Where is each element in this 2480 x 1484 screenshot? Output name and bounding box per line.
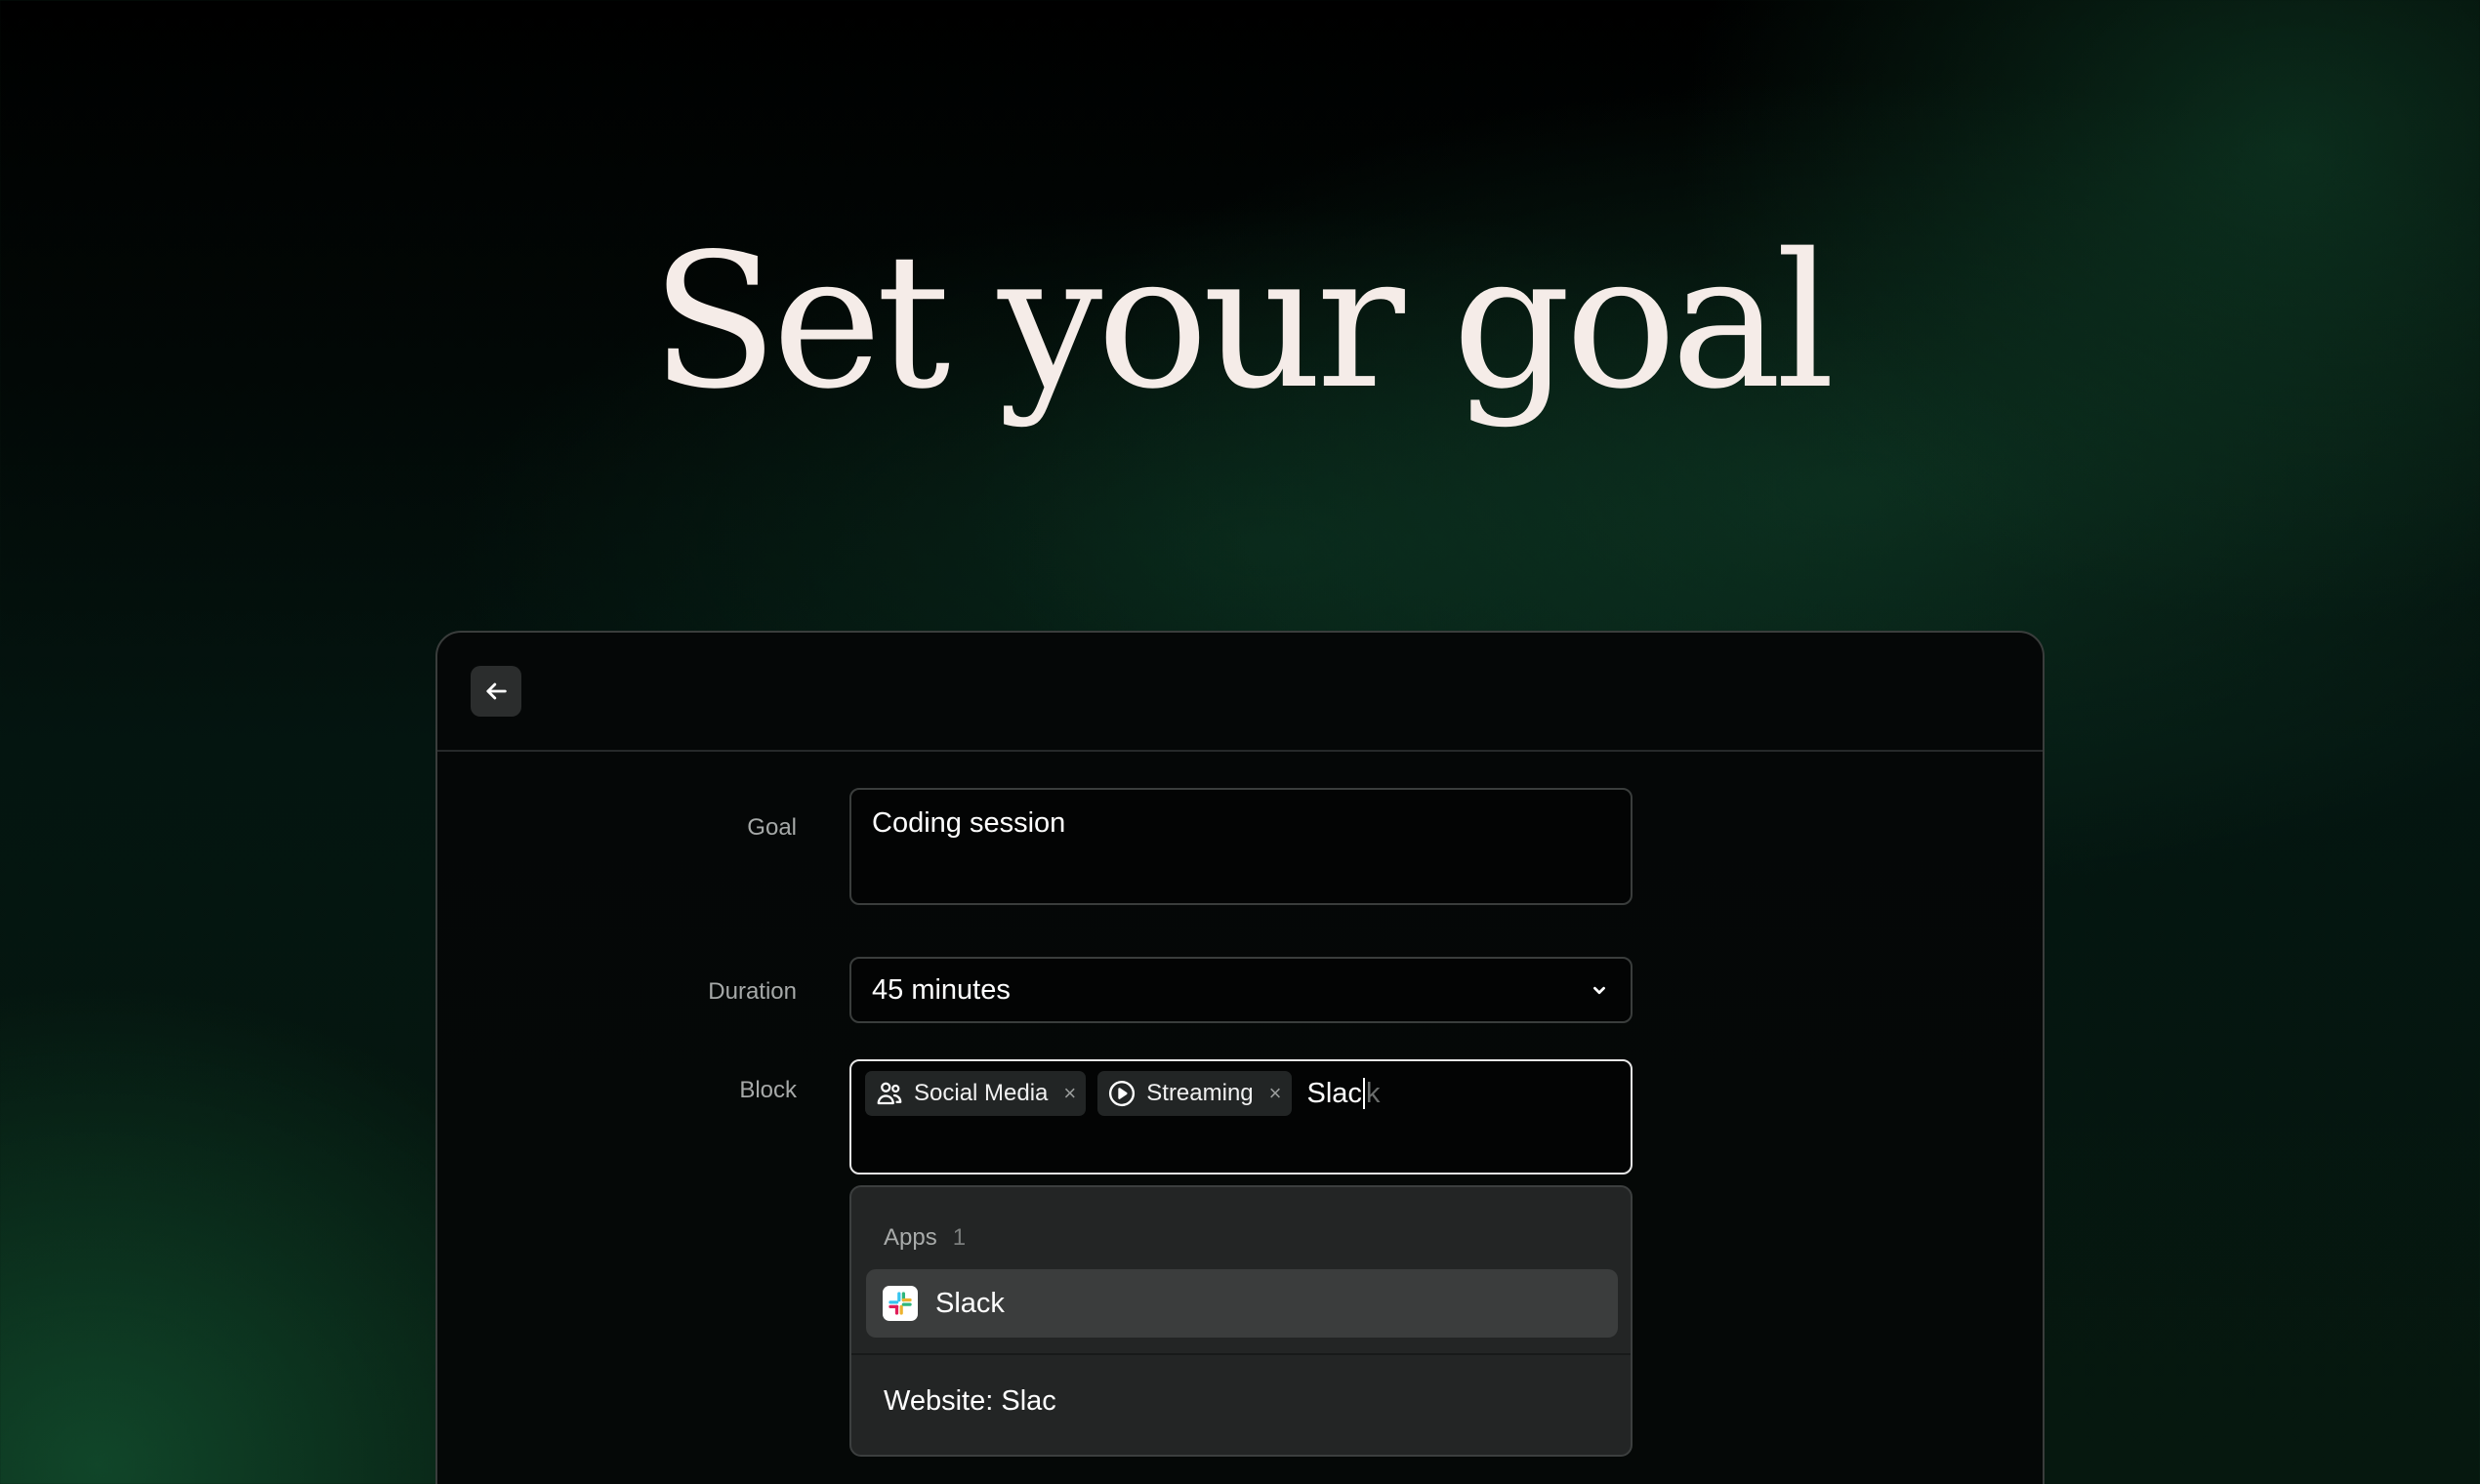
- play-circle-icon: [1109, 1080, 1136, 1107]
- duration-label: Duration: [708, 978, 797, 1005]
- goal-input-value: Coding session: [872, 807, 1066, 839]
- goal-label: Goal: [747, 814, 797, 841]
- section-count: 1: [952, 1224, 967, 1251]
- chevron-down-icon: [1593, 986, 1605, 995]
- chip-label: Social Media: [914, 1080, 1049, 1106]
- block-tag-input[interactable]: Social Media × Streaming × Slac k: [849, 1059, 1633, 1175]
- goal-input[interactable]: Coding session: [849, 788, 1633, 905]
- remove-chip-button[interactable]: ×: [1269, 1081, 1282, 1106]
- goal-panel: Goal Coding session Duration 45 minutes …: [435, 631, 2045, 1484]
- block-search-text[interactable]: Slac k: [1306, 1071, 1381, 1116]
- slack-logo-icon: [883, 1286, 918, 1321]
- section-title: Apps: [884, 1224, 937, 1251]
- arrow-left-icon: [486, 682, 507, 700]
- remove-chip-button[interactable]: ×: [1063, 1081, 1076, 1106]
- chip-social-media: Social Media ×: [865, 1071, 1087, 1116]
- page-headline: Set your goal: [650, 214, 1836, 430]
- typed-text: Slac: [1306, 1077, 1362, 1109]
- suggestion-label: Slack: [935, 1287, 1005, 1319]
- dropdown-divider: [851, 1353, 1631, 1355]
- duration-value: 45 minutes: [872, 973, 1011, 1006]
- suggestion-slack[interactable]: Slack: [866, 1269, 1618, 1338]
- chip-streaming: Streaming ×: [1097, 1071, 1292, 1116]
- chip-label: Streaming: [1146, 1080, 1254, 1106]
- people-icon: [877, 1082, 902, 1105]
- block-suggestions-dropdown: Apps 1 Slack Website: Slac: [849, 1185, 1633, 1457]
- block-label: Block: [739, 1077, 797, 1103]
- back-button[interactable]: [471, 666, 521, 717]
- apps-section-header: Apps 1: [884, 1224, 966, 1252]
- autocomplete-hint: k: [1365, 1077, 1381, 1109]
- suggestion-website[interactable]: Website: Slac: [884, 1385, 1056, 1418]
- duration-select[interactable]: 45 minutes: [849, 957, 1633, 1023]
- text-caret: [1362, 1078, 1365, 1109]
- panel-header: [437, 633, 2043, 752]
